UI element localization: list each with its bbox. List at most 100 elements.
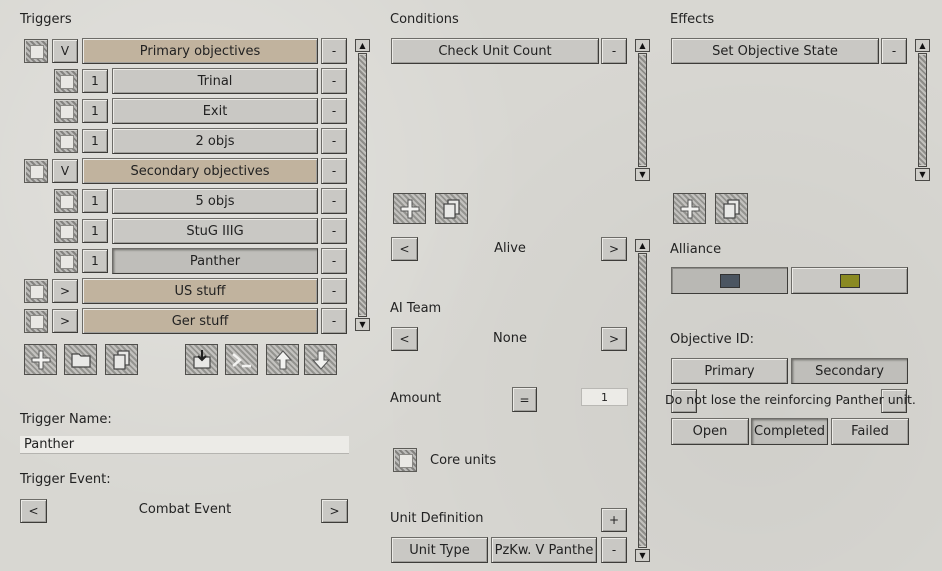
remove-trigger-button[interactable]: -	[321, 158, 347, 184]
copy-trigger-button[interactable]	[105, 344, 138, 375]
copy-icon	[442, 198, 460, 219]
alliance-option-2-button[interactable]	[791, 267, 908, 294]
trigger-count-button[interactable]: 1	[82, 189, 108, 213]
trigger-event-prev-button[interactable]: <	[20, 499, 47, 523]
unit-type-value-button[interactable]: PzKw. V Panthe	[491, 537, 597, 563]
remove-trigger-button[interactable]: -	[321, 128, 347, 154]
conditions-list-scrollbar[interactable]: ▲ ▼	[635, 39, 650, 181]
remove-trigger-button[interactable]: -	[321, 188, 347, 214]
add-trigger-button[interactable]	[24, 344, 57, 375]
unit-state-next-button[interactable]: >	[601, 237, 627, 261]
objective-primary-button[interactable]: Primary	[671, 358, 788, 384]
trigger-group-toggle-button[interactable]: V	[52, 39, 78, 63]
ai-team-prev-button[interactable]: <	[391, 327, 418, 351]
trigger-group-item[interactable]: US stuff	[82, 278, 318, 304]
move-up-button[interactable]	[266, 344, 299, 375]
remove-trigger-button[interactable]: -	[321, 218, 347, 244]
trigger-enable-checkbox[interactable]	[54, 99, 78, 123]
trigger-enable-checkbox[interactable]	[54, 69, 78, 93]
alliance-label: Alliance	[670, 242, 722, 257]
trigger-enable-checkbox[interactable]	[24, 159, 48, 183]
effect-item-set-objective-state[interactable]: Set Objective State	[671, 38, 879, 64]
trigger-group-toggle-button[interactable]: >	[52, 309, 78, 333]
add-folder-button[interactable]	[64, 344, 97, 375]
add-condition-button[interactable]	[393, 193, 426, 224]
trigger-group-item[interactable]: Secondary objectives	[82, 158, 318, 184]
remove-trigger-button[interactable]: -	[321, 38, 347, 64]
trigger-item[interactable]: Panther	[112, 248, 318, 274]
scroll-up-arrow-icon[interactable]: ▲	[635, 239, 650, 252]
add-unit-definition-button[interactable]: +	[601, 508, 627, 532]
scroll-down-arrow-icon[interactable]: ▼	[355, 318, 370, 331]
condition-item-check-unit-count[interactable]: Check Unit Count	[391, 38, 599, 64]
trigger-item[interactable]: Trinal	[112, 68, 318, 94]
ai-team-value: None	[493, 331, 527, 346]
trigger-list-scrollbar[interactable]: ▲ ▼	[355, 39, 370, 331]
add-effect-button[interactable]	[673, 193, 706, 224]
trigger-enable-checkbox[interactable]	[24, 309, 48, 333]
remove-effect-button[interactable]: -	[881, 38, 907, 64]
move-down-button[interactable]	[304, 344, 337, 375]
scroll-thumb[interactable]	[919, 55, 926, 165]
effects-list-scrollbar[interactable]: ▲ ▼	[915, 39, 930, 181]
scroll-up-arrow-icon[interactable]: ▲	[355, 39, 370, 52]
add-icon	[400, 199, 419, 218]
copy-effect-button[interactable]	[715, 193, 748, 224]
scroll-up-arrow-icon[interactable]: ▲	[915, 39, 930, 52]
trigger-item[interactable]: 2 objs	[112, 128, 318, 154]
trigger-enable-checkbox[interactable]	[24, 279, 48, 303]
state-open-button[interactable]: Open	[671, 418, 749, 445]
import-button[interactable]	[185, 344, 218, 375]
trigger-group-toggle-button[interactable]: >	[52, 279, 78, 303]
console-button[interactable]	[225, 344, 258, 375]
state-failed-button[interactable]: Failed	[831, 418, 909, 445]
trigger-group-toggle-button[interactable]: V	[52, 159, 78, 183]
scroll-thumb[interactable]	[359, 55, 366, 315]
scroll-thumb[interactable]	[639, 255, 646, 546]
unit-state-prev-button[interactable]: <	[391, 237, 418, 261]
move-up-icon	[273, 349, 292, 369]
trigger-enable-checkbox[interactable]	[54, 219, 78, 243]
core-units-checkbox[interactable]	[393, 448, 417, 472]
trigger-count-button[interactable]: 1	[82, 249, 108, 273]
trigger-group-item[interactable]: Ger stuff	[82, 308, 318, 334]
remove-trigger-button[interactable]: -	[321, 248, 347, 274]
trigger-enable-checkbox[interactable]	[24, 39, 48, 63]
trigger-event-next-button[interactable]: >	[321, 499, 348, 523]
remove-trigger-button[interactable]: -	[321, 278, 347, 304]
alliance-option-1-button[interactable]	[671, 267, 788, 294]
unit-type-button[interactable]: Unit Type	[391, 537, 488, 563]
amount-operator-button[interactable]: =	[512, 387, 537, 412]
trigger-enable-checkbox[interactable]	[54, 249, 78, 273]
trigger-enable-checkbox[interactable]	[54, 189, 78, 213]
objective-text: Do not lose the reinforcing Panther unit…	[665, 392, 916, 407]
trigger-group-item[interactable]: Primary objectives	[82, 38, 318, 64]
trigger-count-button[interactable]: 1	[82, 129, 108, 153]
scroll-down-arrow-icon[interactable]: ▼	[635, 549, 650, 562]
trigger-count-button[interactable]: 1	[82, 69, 108, 93]
remove-trigger-button[interactable]: -	[321, 308, 347, 334]
scroll-down-arrow-icon[interactable]: ▼	[915, 168, 930, 181]
copy-condition-button[interactable]	[435, 193, 468, 224]
trigger-item[interactable]: StuG IIIG	[112, 218, 318, 244]
trigger-enable-checkbox[interactable]	[54, 129, 78, 153]
scroll-thumb[interactable]	[639, 55, 646, 165]
amount-input[interactable]	[581, 388, 628, 406]
remove-trigger-button[interactable]: -	[321, 98, 347, 124]
conditions-header: Conditions	[390, 12, 459, 27]
ai-team-next-button[interactable]: >	[601, 327, 627, 351]
effects-header: Effects	[670, 12, 715, 27]
remove-condition-button[interactable]: -	[601, 38, 627, 64]
scroll-up-arrow-icon[interactable]: ▲	[635, 39, 650, 52]
trigger-name-input[interactable]	[20, 436, 349, 454]
condition-details-scrollbar[interactable]: ▲ ▼	[635, 239, 650, 562]
trigger-item[interactable]: Exit	[112, 98, 318, 124]
state-completed-button[interactable]: Completed	[751, 418, 828, 445]
trigger-count-button[interactable]: 1	[82, 99, 108, 123]
remove-trigger-button[interactable]: -	[321, 68, 347, 94]
trigger-count-button[interactable]: 1	[82, 219, 108, 243]
remove-unit-definition-button[interactable]: -	[601, 537, 627, 563]
scroll-down-arrow-icon[interactable]: ▼	[635, 168, 650, 181]
objective-secondary-button[interactable]: Secondary	[791, 358, 908, 384]
trigger-item[interactable]: 5 objs	[112, 188, 318, 214]
